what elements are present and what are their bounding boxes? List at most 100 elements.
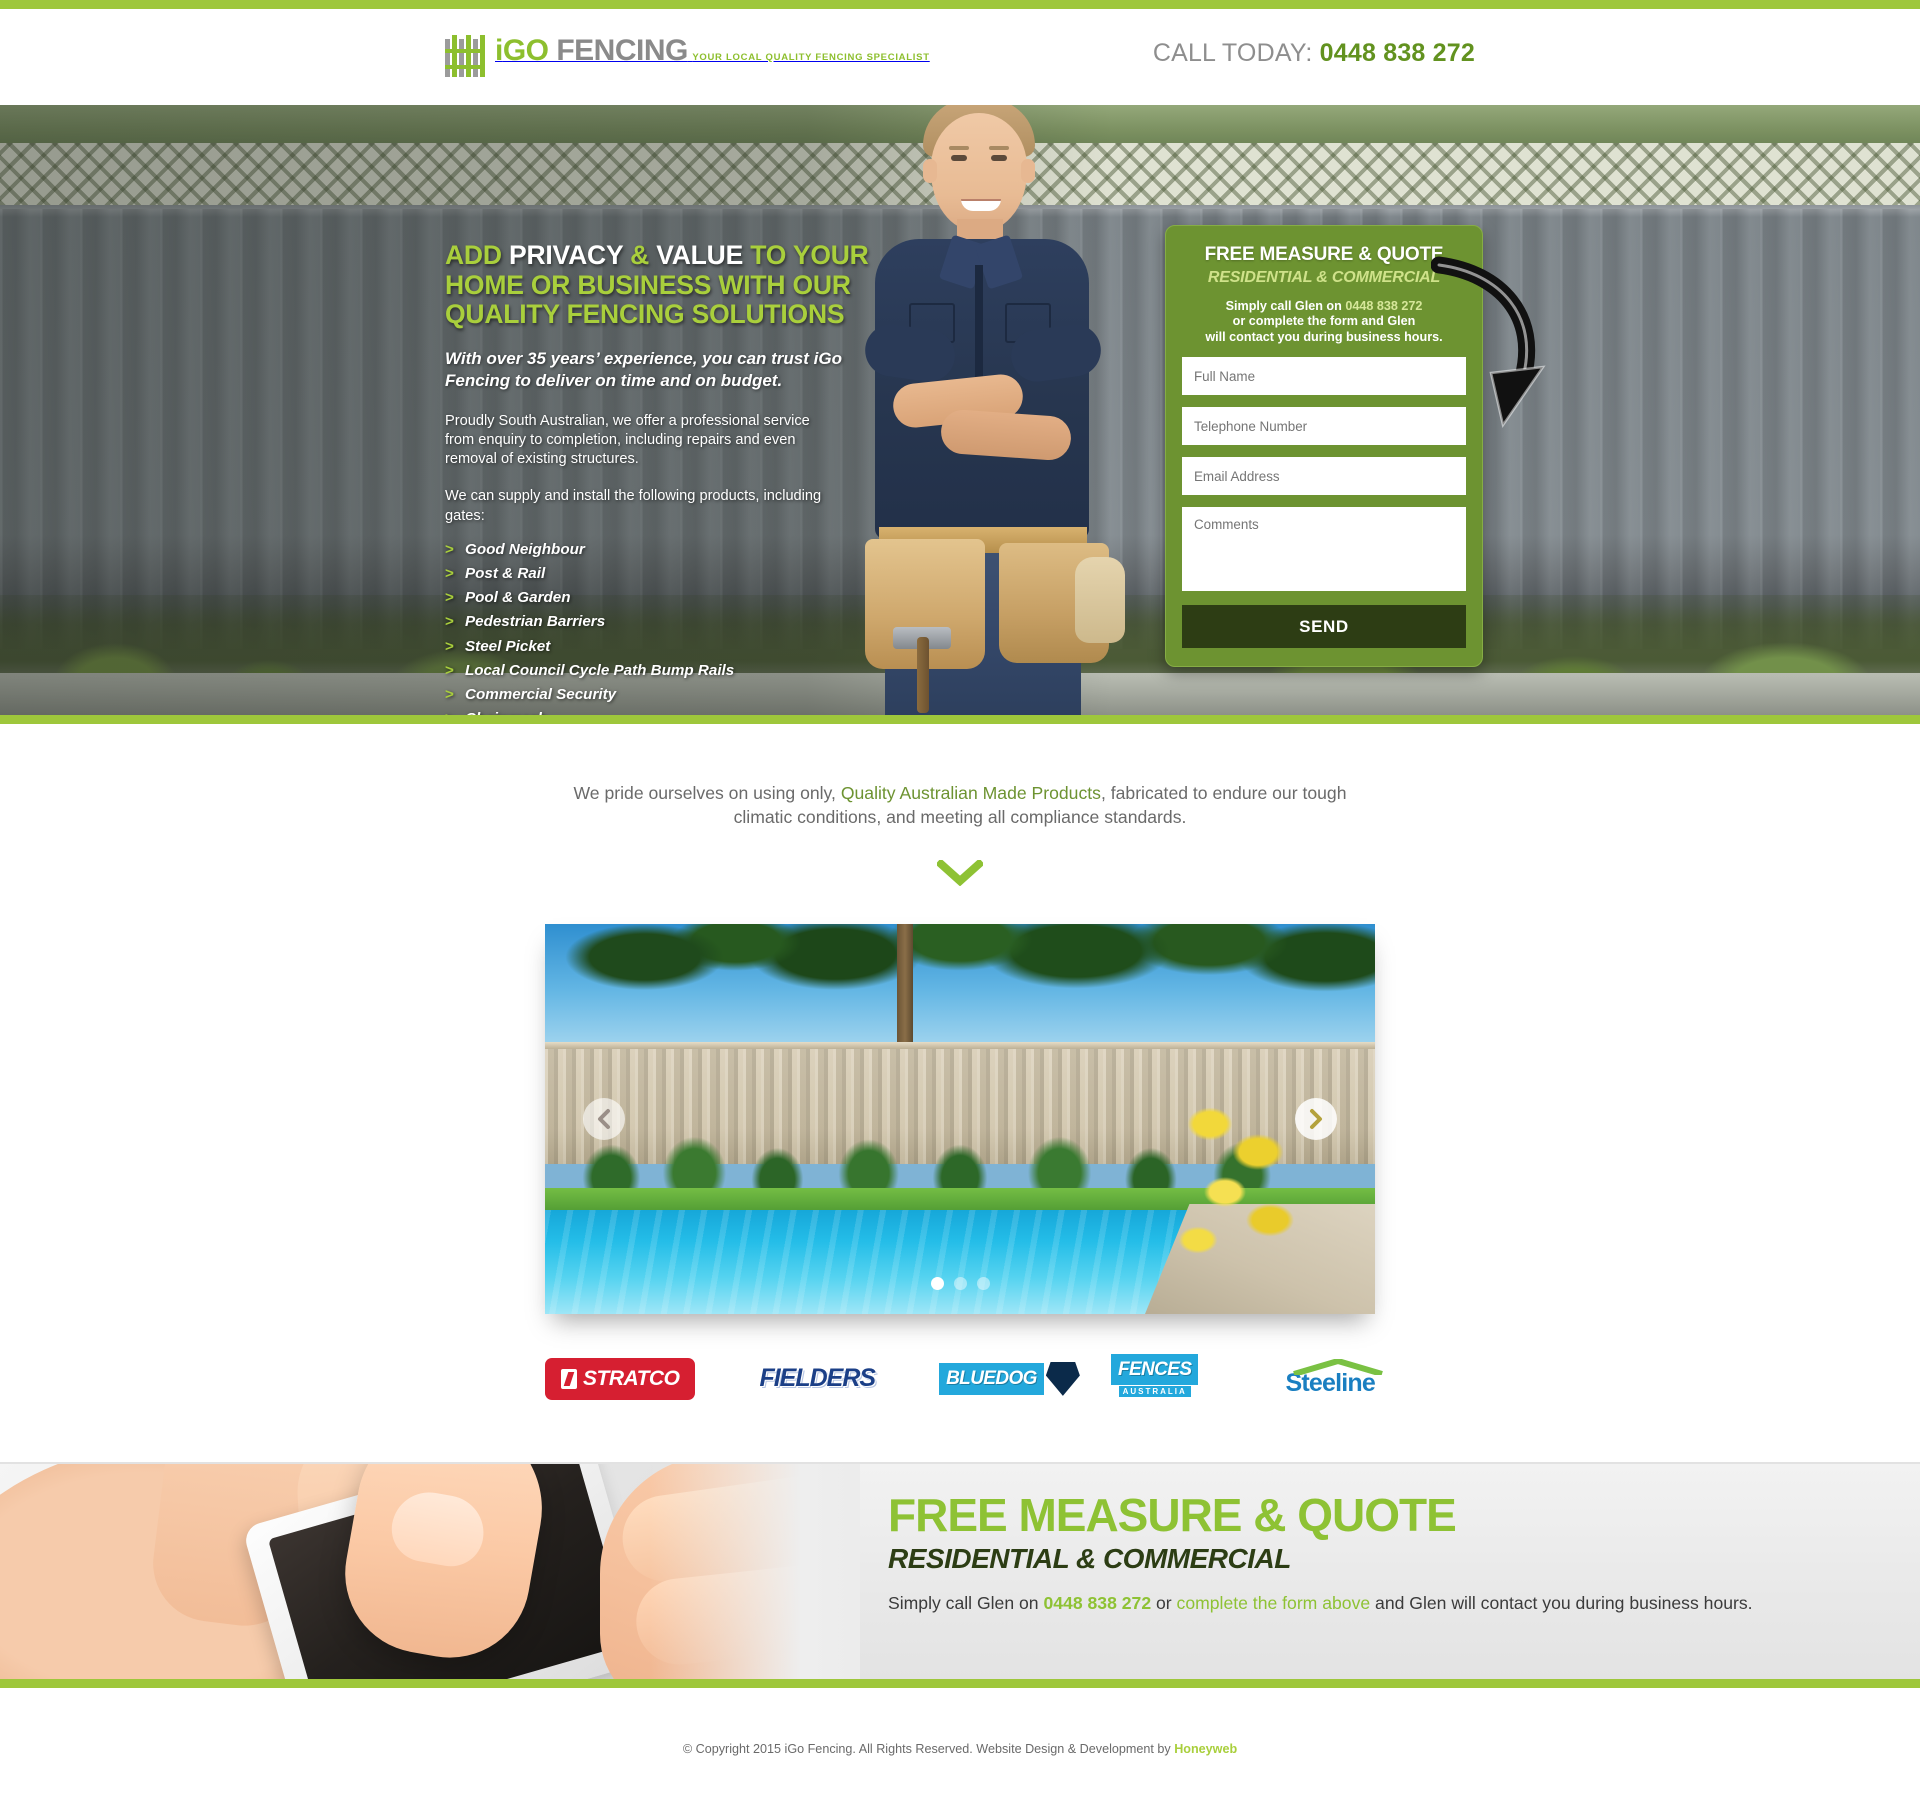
header-call-today: CALL TODAY: 0448 838 272 [1153, 39, 1475, 68]
dog-head-icon [1045, 1361, 1080, 1396]
quality-statement: We pride ourselves on using only, Qualit… [550, 782, 1370, 830]
full-name-input[interactable] [1182, 357, 1466, 396]
brand-logo-bluedog[interactable]: BLUEDOG FENCES AUSTRALIA [939, 1353, 1227, 1404]
site-footer: © Copyright 2015 iGo Fencing. All Rights… [0, 1687, 1920, 1810]
list-item: Pool & Garden [445, 590, 905, 614]
carousel-prev-button[interactable] [583, 1097, 625, 1140]
worker-ear-left [923, 159, 937, 183]
worker-collar-right [974, 234, 1024, 290]
hero-copy: ADD PRIVACY & VALUE TO YOUR HOME OR BUSI… [445, 240, 905, 715]
send-button[interactable]: SEND [1182, 605, 1466, 649]
hero-headline-amp: & [622, 240, 657, 270]
logo-i: i [495, 34, 503, 67]
brand-name: STRATCO [583, 1366, 680, 1390]
cta-phone-number[interactable]: 0448 838 272 [1043, 1593, 1151, 1613]
cta-form-link[interactable]: complete the form above [1177, 1593, 1371, 1613]
carousel-next-button[interactable] [1295, 1097, 1337, 1140]
quality-statement-highlight: Quality Australian Made Products [840, 783, 1101, 803]
email-input[interactable] [1182, 457, 1466, 496]
worker-shirt [875, 239, 1089, 539]
list-item: Good Neighbour [445, 542, 905, 566]
quote-note-line3: will contact you during business hours. [1205, 329, 1443, 344]
quote-form-subtitle: RESIDENTIAL & COMMERCIAL [1207, 269, 1441, 286]
gallery-carousel-wrap [545, 923, 1375, 1314]
quote-note-line2: or complete the form and Glen [1232, 314, 1416, 329]
brand-name: FIELDERS [759, 1364, 876, 1393]
roof-icon [1292, 1358, 1384, 1378]
worker-forearm-left [891, 372, 1025, 430]
carousel-dot-1[interactable] [930, 1276, 944, 1290]
fence-icon [445, 35, 485, 77]
quote-note-phone[interactable]: 0448 838 272 [1345, 299, 1422, 313]
quote-note-call: Simply call Glen on [1225, 299, 1346, 313]
worker-hair [923, 105, 1035, 157]
brand-sub: AUSTRALIA [1118, 1385, 1191, 1397]
carousel-dots [545, 1276, 1375, 1290]
hero-headline-privacy: PRIVACY [508, 240, 623, 270]
top-accent-bar [0, 0, 1920, 9]
carousel-dot-3[interactable] [976, 1276, 990, 1290]
worker-brow-right [989, 146, 1009, 150]
worker-pocket-right [1005, 303, 1051, 343]
photo-fade-overlay [650, 1463, 860, 1679]
brand-name: BLUEDOG [939, 1362, 1044, 1395]
chevron-down-icon [935, 858, 985, 887]
cta-heading: FREE MEASURE & QUOTE [888, 1488, 1457, 1541]
brand-logo-stratco[interactable]: STRATCO [545, 1354, 696, 1404]
hero-paragraph-1: Proudly South Australian, we offer a pro… [445, 412, 810, 468]
worker-eye-left [951, 155, 967, 161]
hero-headline-line3: QUALITY FENCING SOLUTIONS [445, 299, 845, 330]
brand-logo-fielders[interactable]: FIELDERS [753, 1354, 881, 1404]
carousel-fence-cap [545, 1041, 1375, 1049]
call-today-label: CALL TODAY: [1152, 39, 1320, 67]
worker-belt [879, 527, 1087, 553]
list-item: Steel Picket [445, 638, 905, 663]
list-item: Chainmesh [445, 711, 905, 715]
worker-glove [1075, 557, 1125, 643]
worker-smile [961, 199, 1001, 211]
cta-body-c: and Glen will contact you during busines… [1370, 1592, 1753, 1613]
quality-statement-a: We pride ourselves on using only, [573, 783, 841, 803]
header-phone-number[interactable]: 0448 838 272 [1320, 39, 1475, 67]
site-logo[interactable]: iGO FENCING YOUR LOCAL QUALITY FENCING S… [445, 35, 930, 77]
site-header: iGO FENCING YOUR LOCAL QUALITY FENCING S… [0, 9, 1920, 105]
quote-form-card: FREE MEASURE & QUOTE RESIDENTIAL & COMME… [1165, 225, 1483, 668]
comments-textarea[interactable] [1182, 507, 1466, 592]
carousel-dot-2[interactable] [953, 1276, 967, 1290]
hero-lead-text: With over 35 years’ experience, you can … [445, 349, 842, 390]
list-item: Pedestrian Barriers [445, 614, 905, 638]
list-item: Local Council Cycle Path Bump Rails [445, 663, 905, 687]
hero-headline-line2: HOME OR BUSINESS WITH OUR [445, 269, 851, 300]
brand-logo-steeline[interactable]: Steeline [1286, 1354, 1383, 1404]
footer-copyright: © Copyright 2015 iGo Fencing. All Rights… [683, 1742, 1237, 1756]
brand-name-2: FENCES [1110, 1353, 1199, 1385]
phone-in-hand-photo [0, 1463, 860, 1679]
brand-logos: STRATCO FIELDERS BLUEDOG FENCES AUSTRALI… [545, 1353, 1383, 1462]
cta-section: FREE MEASURE & QUOTE RESIDENTIAL & COMME… [0, 1463, 1920, 1679]
logo-tagline: YOUR LOCAL QUALITY FENCING SPECIALIST [692, 52, 930, 63]
logo-go: GO [502, 34, 549, 67]
cta-bottom-accent-bar [0, 1678, 1920, 1688]
gallery-carousel[interactable] [545, 923, 1375, 1314]
list-item: Post & Rail [445, 566, 905, 590]
products-intro-section: We pride ourselves on using only, Qualit… [0, 724, 1920, 1462]
worker-ear-right [1021, 159, 1035, 183]
hero-section: ADD PRIVACY & VALUE TO YOUR HOME OR BUSI… [0, 105, 1920, 715]
logo-wordmark: iGO FENCING [495, 34, 688, 67]
footer-credit-link[interactable]: Honeyweb [1174, 1742, 1237, 1756]
quote-form-note: Simply call Glen on 0448 838 272 or comp… [1182, 299, 1466, 345]
cta-body: Simply call Glen on 0448 838 272 or comp… [888, 1591, 1753, 1615]
worker-neck [957, 219, 1003, 253]
logo-fencing: FENCING [548, 34, 688, 67]
worker-collar-left [938, 234, 988, 290]
worker-brow-left [949, 146, 969, 150]
telephone-input[interactable] [1182, 407, 1466, 446]
hero-headline: ADD PRIVACY & VALUE TO YOUR HOME OR BUSI… [445, 240, 905, 330]
footer-copyright-text: © Copyright 2015 iGo Fencing. All Rights… [682, 1741, 1175, 1756]
carousel-yellow-flowers [1165, 1083, 1315, 1284]
hero-headline-e: TO YOUR [743, 240, 869, 270]
cta-body-b: or [1151, 1592, 1177, 1613]
cta-copy: FREE MEASURE & QUOTE RESIDENTIAL & COMME… [888, 1492, 1753, 1615]
hero-paragraph-2: We can supply and install the following … [445, 488, 822, 524]
cta-body-a: Simply call Glen on [888, 1592, 1044, 1613]
